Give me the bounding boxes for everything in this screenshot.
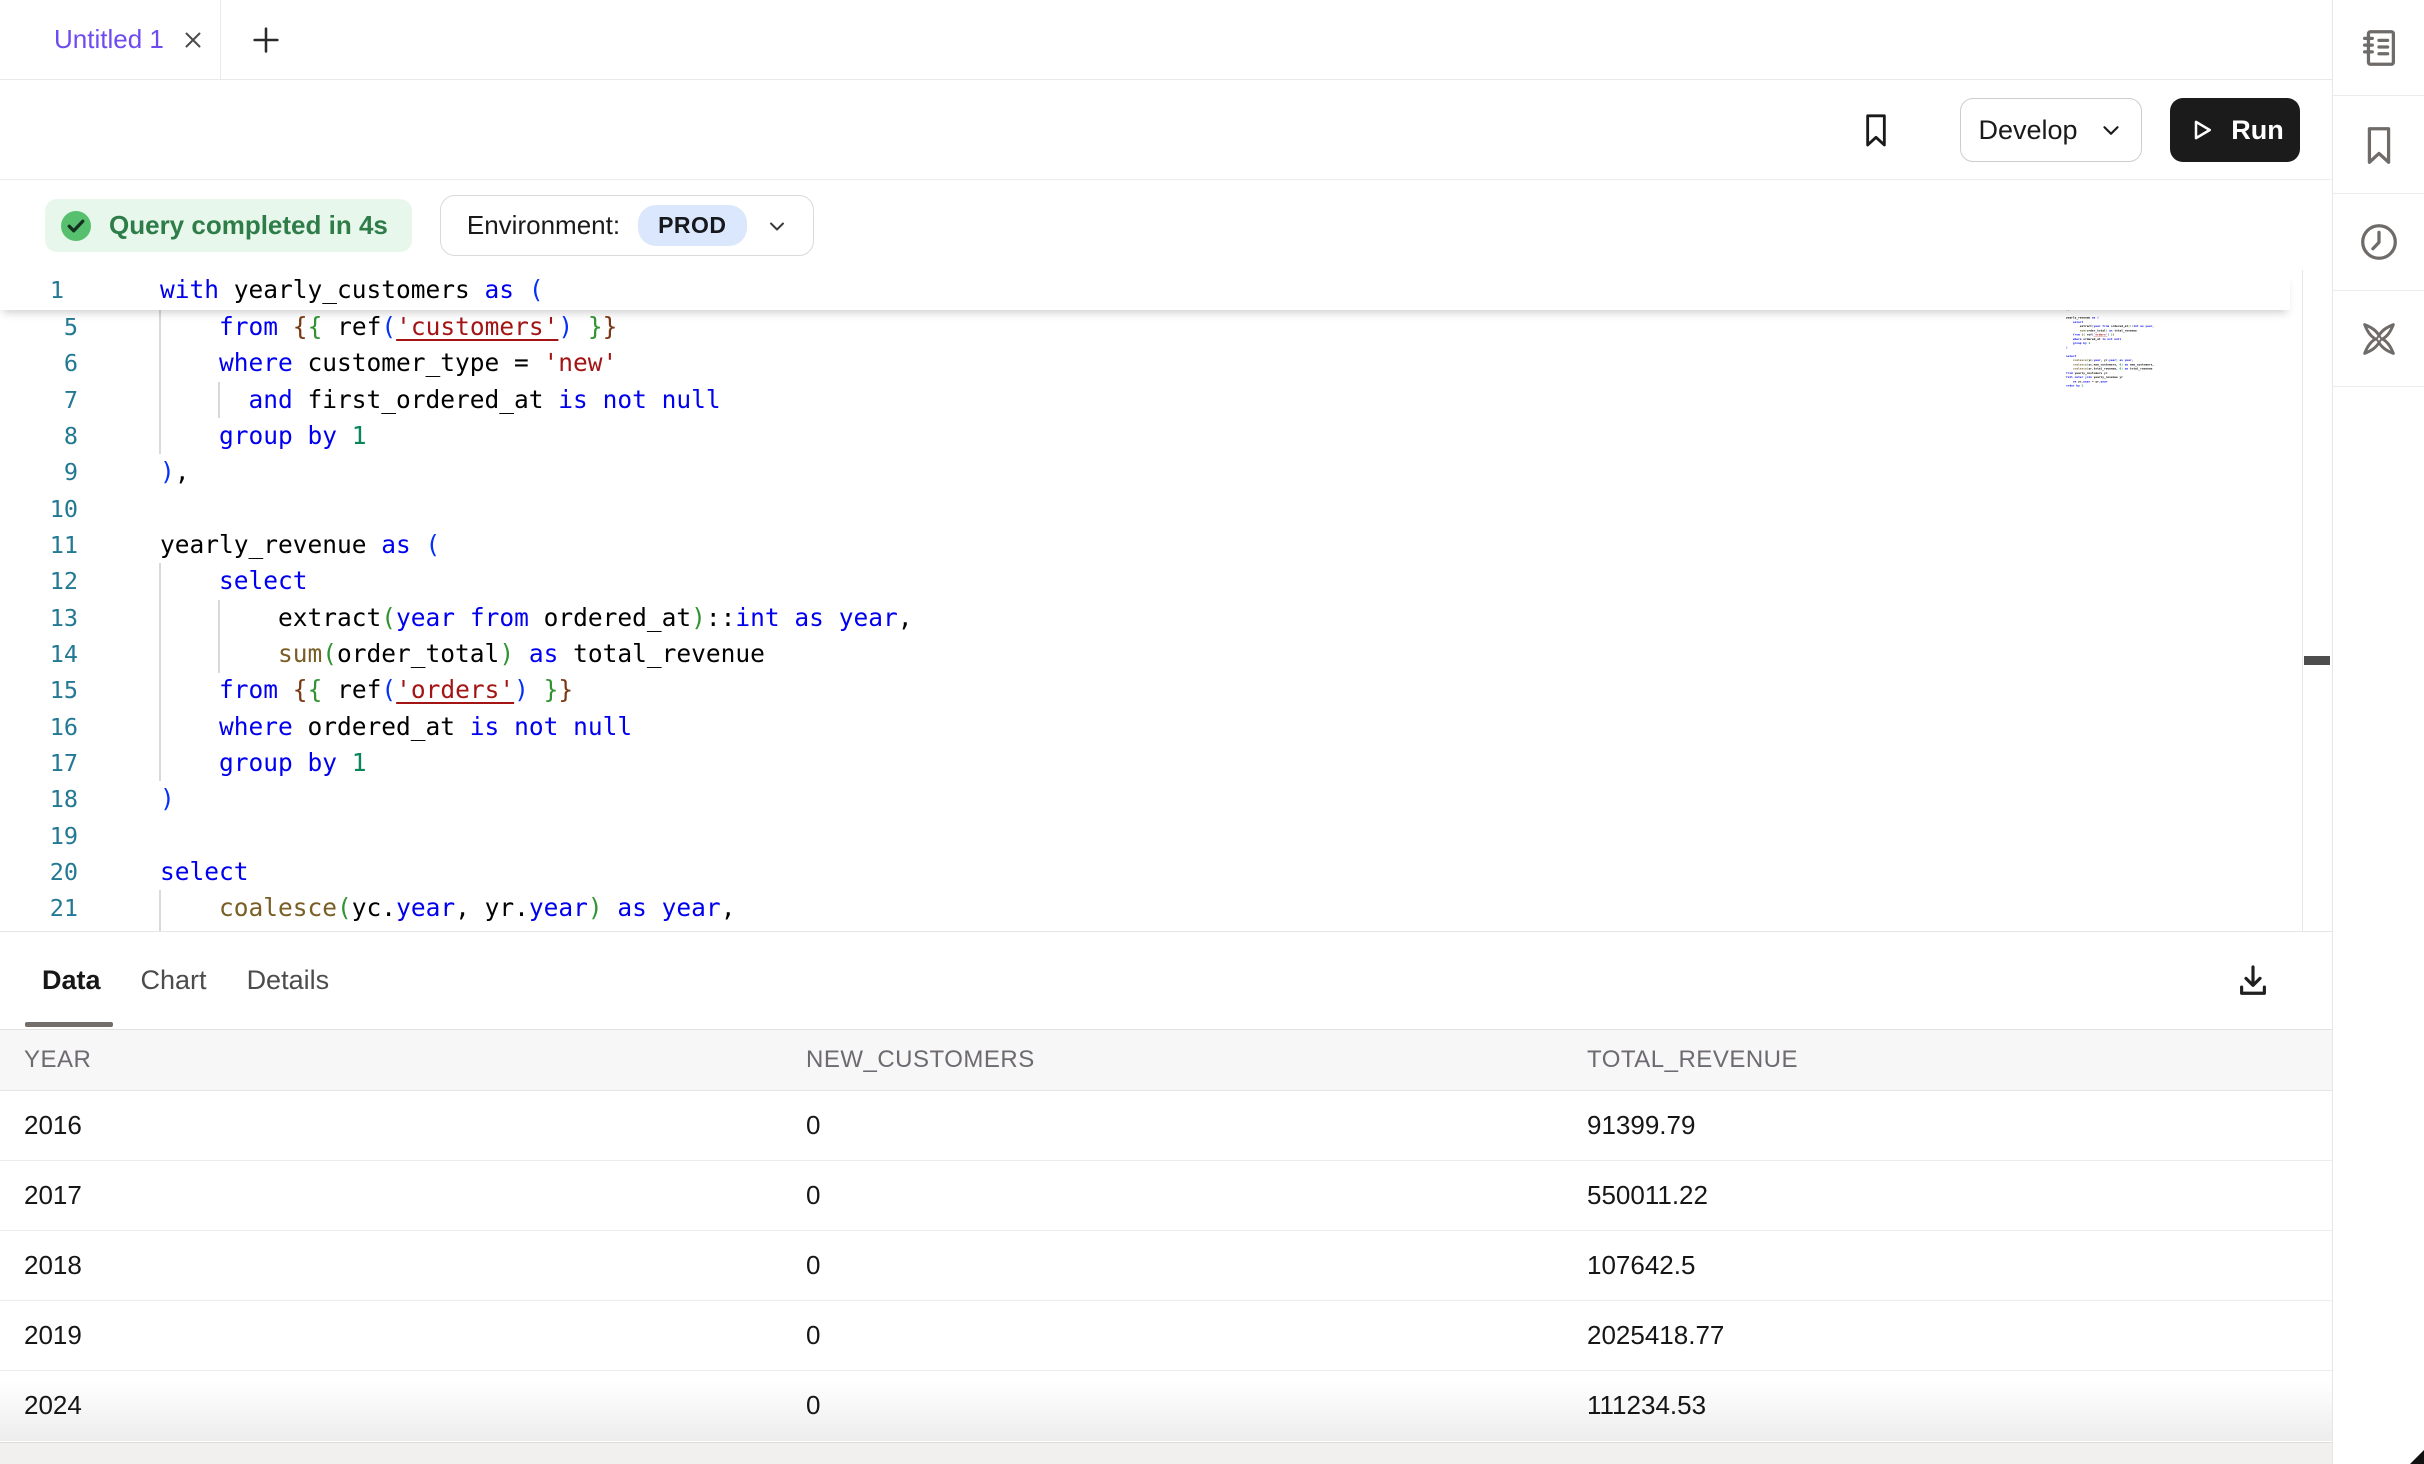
- compass-icon: [2356, 316, 2402, 362]
- sidebar-item-bookmarks[interactable]: [2333, 96, 2424, 194]
- table-row[interactable]: 2016091399.79: [0, 1090, 2332, 1160]
- sidebar-item-history[interactable]: [2333, 194, 2424, 291]
- chevron-down-icon: [765, 214, 789, 238]
- results-tab-bar: Data Chart Details: [0, 932, 2332, 1030]
- tab-bar: Untitled 1: [0, 0, 2332, 80]
- tab-label: Untitled 1: [54, 24, 164, 55]
- table-cell[interactable]: 2016: [0, 1090, 782, 1160]
- column-header-new-customers[interactable]: NEW_CUSTOMERS: [782, 1030, 1563, 1090]
- new-tab-button[interactable]: [249, 23, 283, 57]
- active-tab-underline: [25, 1022, 113, 1027]
- table-cell[interactable]: 2019: [0, 1300, 782, 1370]
- sidebar-item-explore[interactable]: [2333, 291, 2424, 387]
- editor-scroll-lines: 5 from {{ ref('customers') }}6 where cus…: [0, 309, 2290, 932]
- main-area: Untitled 1 Develop Run Query completed i…: [0, 0, 2332, 1464]
- table-cell[interactable]: 0: [782, 1160, 1563, 1230]
- sidebar-item-notebook[interactable]: [2333, 0, 2424, 96]
- table-cell[interactable]: 550011.22: [1563, 1160, 2332, 1230]
- table-cell[interactable]: 2024: [0, 1370, 782, 1440]
- results-table-area: YEAR NEW_CUSTOMERS TOTAL_REVENUE 2016091…: [0, 1030, 2332, 1442]
- run-label: Run: [2231, 115, 2283, 146]
- column-header-total-revenue[interactable]: TOTAL_REVENUE: [1563, 1030, 2332, 1090]
- scrollbar-cursor-marker: [2304, 656, 2330, 665]
- close-icon[interactable]: [180, 27, 206, 53]
- tab-untitled-1[interactable]: Untitled 1: [0, 0, 221, 79]
- table-cell[interactable]: 0: [782, 1300, 1563, 1370]
- environment-selector[interactable]: Environment: PROD: [440, 195, 814, 256]
- table-row[interactable]: 20170550011.22: [0, 1160, 2332, 1230]
- environment-label: Environment:: [467, 210, 620, 241]
- tab-chart[interactable]: Chart: [141, 965, 207, 996]
- indent-guide: [218, 600, 220, 673]
- indent-guide: [218, 382, 220, 418]
- sql-editor[interactable]: 5 from {{ ref('customers') }}6 where cus…: [0, 270, 2332, 932]
- table-row[interactable]: 20180107642.5: [0, 1230, 2332, 1300]
- table-row[interactable]: 201902025418.77: [0, 1300, 2332, 1370]
- bookmark-icon[interactable]: [1856, 110, 1896, 150]
- indent-guide: [159, 309, 161, 454]
- status-row: Query completed in 4s Environment: PROD: [0, 181, 2332, 270]
- toolbar: Develop Run: [0, 81, 2332, 180]
- bookmark-icon: [2356, 122, 2402, 168]
- notebook-icon: [2356, 25, 2402, 71]
- table-cell[interactable]: 0: [782, 1090, 1563, 1160]
- table-cell[interactable]: 2017: [0, 1160, 782, 1230]
- environment-badge: PROD: [638, 205, 746, 246]
- table-cell[interactable]: 2018: [0, 1230, 782, 1300]
- right-sidebar: [2332, 0, 2424, 1464]
- develop-dropdown[interactable]: Develop: [1960, 98, 2142, 162]
- history-icon: [2356, 219, 2402, 265]
- table-cell[interactable]: 0: [782, 1230, 1563, 1300]
- table-cell[interactable]: 107642.5: [1563, 1230, 2332, 1300]
- horizontal-scrollbar-track[interactable]: [0, 1442, 2332, 1464]
- editor-scrollbar[interactable]: [2302, 270, 2331, 931]
- table-cell[interactable]: 91399.79: [1563, 1090, 2332, 1160]
- chevron-down-icon: [2098, 117, 2124, 143]
- table-cell[interactable]: 111234.53: [1563, 1370, 2332, 1440]
- column-header-year[interactable]: YEAR: [0, 1030, 782, 1090]
- indent-guide: [159, 563, 161, 781]
- run-button[interactable]: Run: [2170, 98, 2300, 162]
- query-status-pill: Query completed in 4s: [45, 199, 412, 252]
- tab-details[interactable]: Details: [247, 965, 330, 996]
- check-circle-icon: [58, 208, 94, 244]
- play-icon: [2186, 115, 2216, 145]
- query-status-text: Query completed in 4s: [109, 210, 388, 241]
- indent-guide: [159, 890, 161, 932]
- download-icon[interactable]: [2232, 960, 2274, 1002]
- results-tbody: 2016091399.7920170550011.2220180107642.5…: [0, 1090, 2332, 1440]
- results-table: YEAR NEW_CUSTOMERS TOTAL_REVENUE 2016091…: [0, 1030, 2332, 1441]
- develop-label: Develop: [1978, 115, 2077, 146]
- table-header-row: YEAR NEW_CUSTOMERS TOTAL_REVENUE: [0, 1030, 2332, 1090]
- table-cell[interactable]: 2025418.77: [1563, 1300, 2332, 1370]
- table-cell[interactable]: 0: [782, 1370, 1563, 1440]
- tab-data[interactable]: Data: [42, 965, 101, 996]
- sticky-scroll-line: 1with yearly_customers as (: [0, 272, 2290, 310]
- window-resize-grip[interactable]: [2410, 1450, 2424, 1464]
- table-row[interactable]: 20240111234.53: [0, 1370, 2332, 1440]
